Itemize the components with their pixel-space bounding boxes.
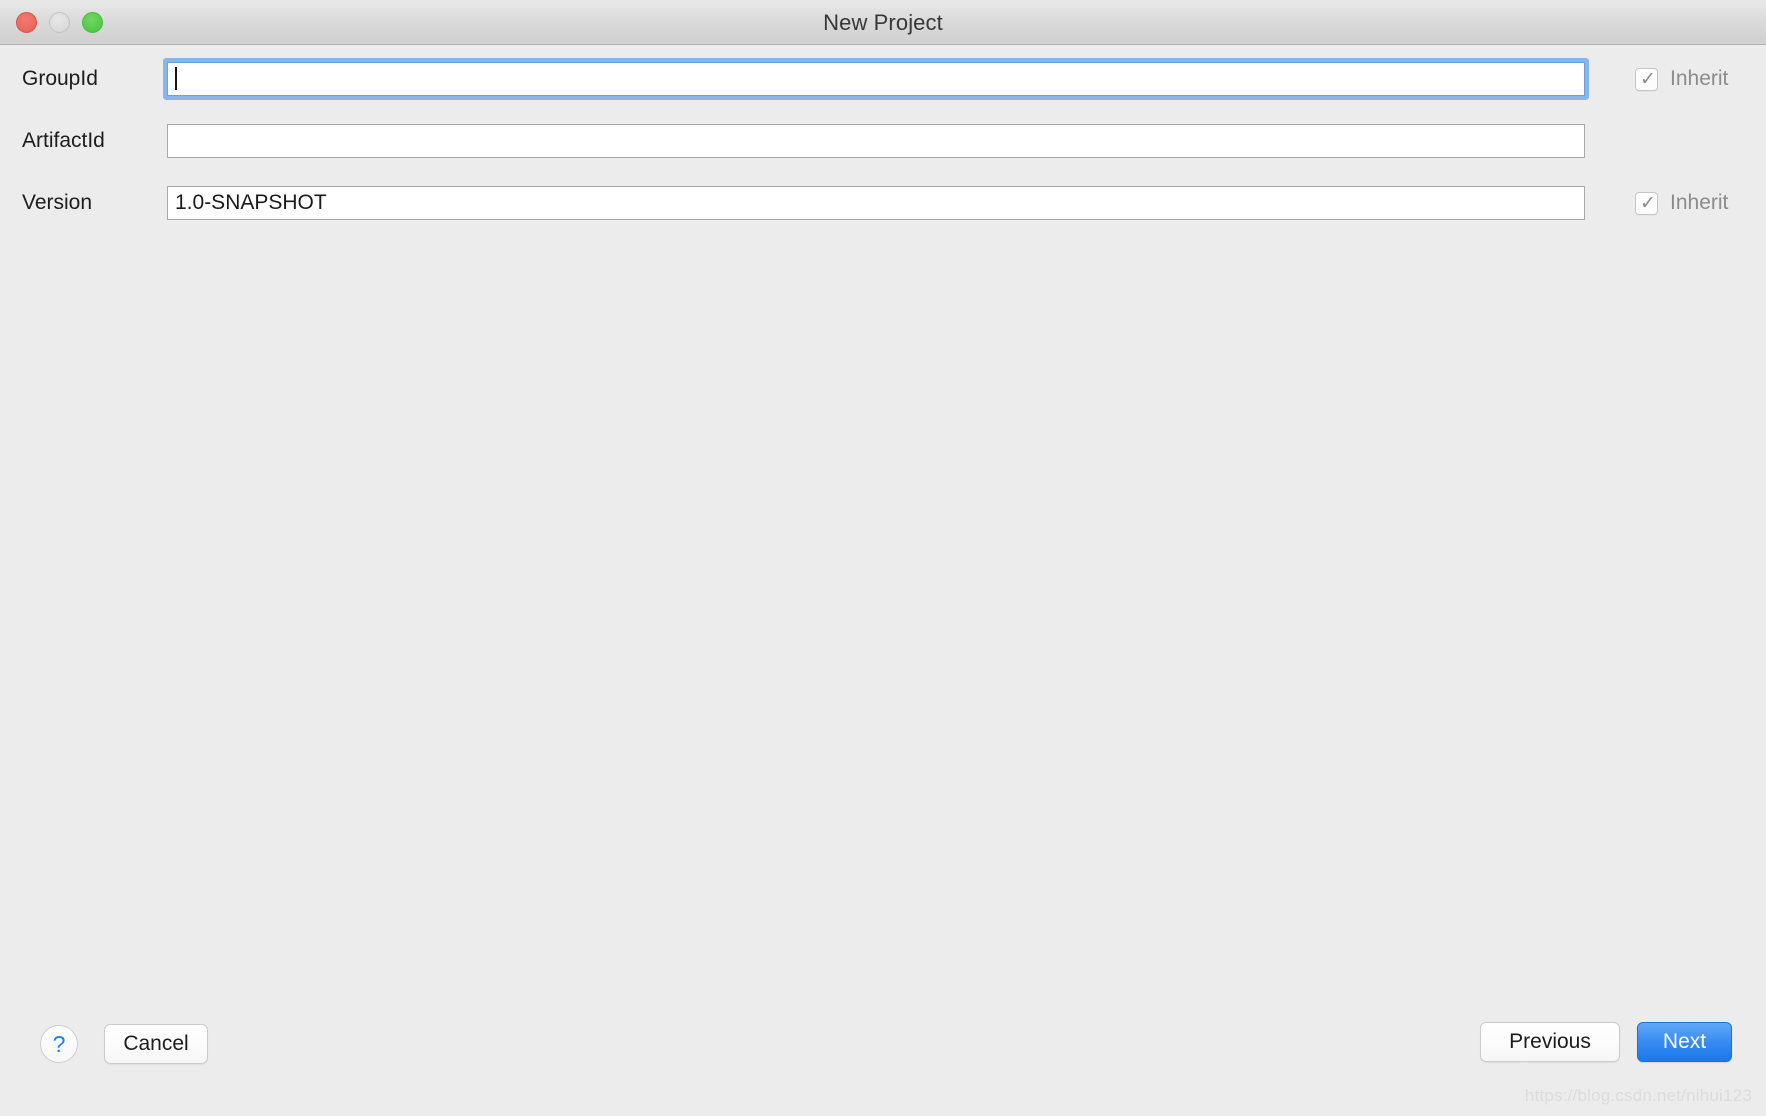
version-inherit-label: Inherit <box>1670 191 1729 214</box>
window-title: New Project <box>823 10 943 35</box>
checkmark-icon: ✓ <box>1640 191 1656 214</box>
version-inherit-checkbox[interactable]: ✓ <box>1635 191 1658 215</box>
checkmark-icon: ✓ <box>1640 67 1656 90</box>
next-button[interactable]: Next <box>1637 1022 1732 1062</box>
artifactid-label: ArtifactId <box>22 129 105 152</box>
form-row-groupid: GroupId ✓ Inherit <box>0 61 1766 97</box>
groupid-label: GroupId <box>22 67 98 90</box>
cancel-button[interactable]: Cancel <box>104 1024 208 1064</box>
groupid-input[interactable] <box>167 62 1585 96</box>
watermark-text: https://blog.csdn.net/nihui123 <box>1524 1086 1752 1105</box>
form-row-version: Version 1.0-SNAPSHOT ✓ Inherit <box>0 185 1766 221</box>
artifactid-input[interactable] <box>167 124 1585 158</box>
dialog-footer: ? Cancel Previous Next https://blog.csdn… <box>0 1000 1766 1116</box>
version-input[interactable]: 1.0-SNAPSHOT <box>167 186 1585 220</box>
groupid-inherit-group: ✓ Inherit <box>1635 61 1728 97</box>
help-button[interactable]: ? <box>40 1025 78 1063</box>
groupid-inherit-checkbox[interactable]: ✓ <box>1635 67 1658 91</box>
groupid-inherit-label: Inherit <box>1670 67 1729 90</box>
version-label: Version <box>22 191 93 214</box>
new-project-dialog: New Project GroupId ✓ Inherit ArtifactId… <box>0 0 1766 1116</box>
previous-button[interactable]: Previous <box>1480 1022 1620 1062</box>
version-inherit-group: ✓ Inherit <box>1635 185 1728 221</box>
text-caret <box>175 66 177 90</box>
form-row-artifactid: ArtifactId <box>0 123 1766 159</box>
window-titlebar: New Project <box>0 0 1766 45</box>
